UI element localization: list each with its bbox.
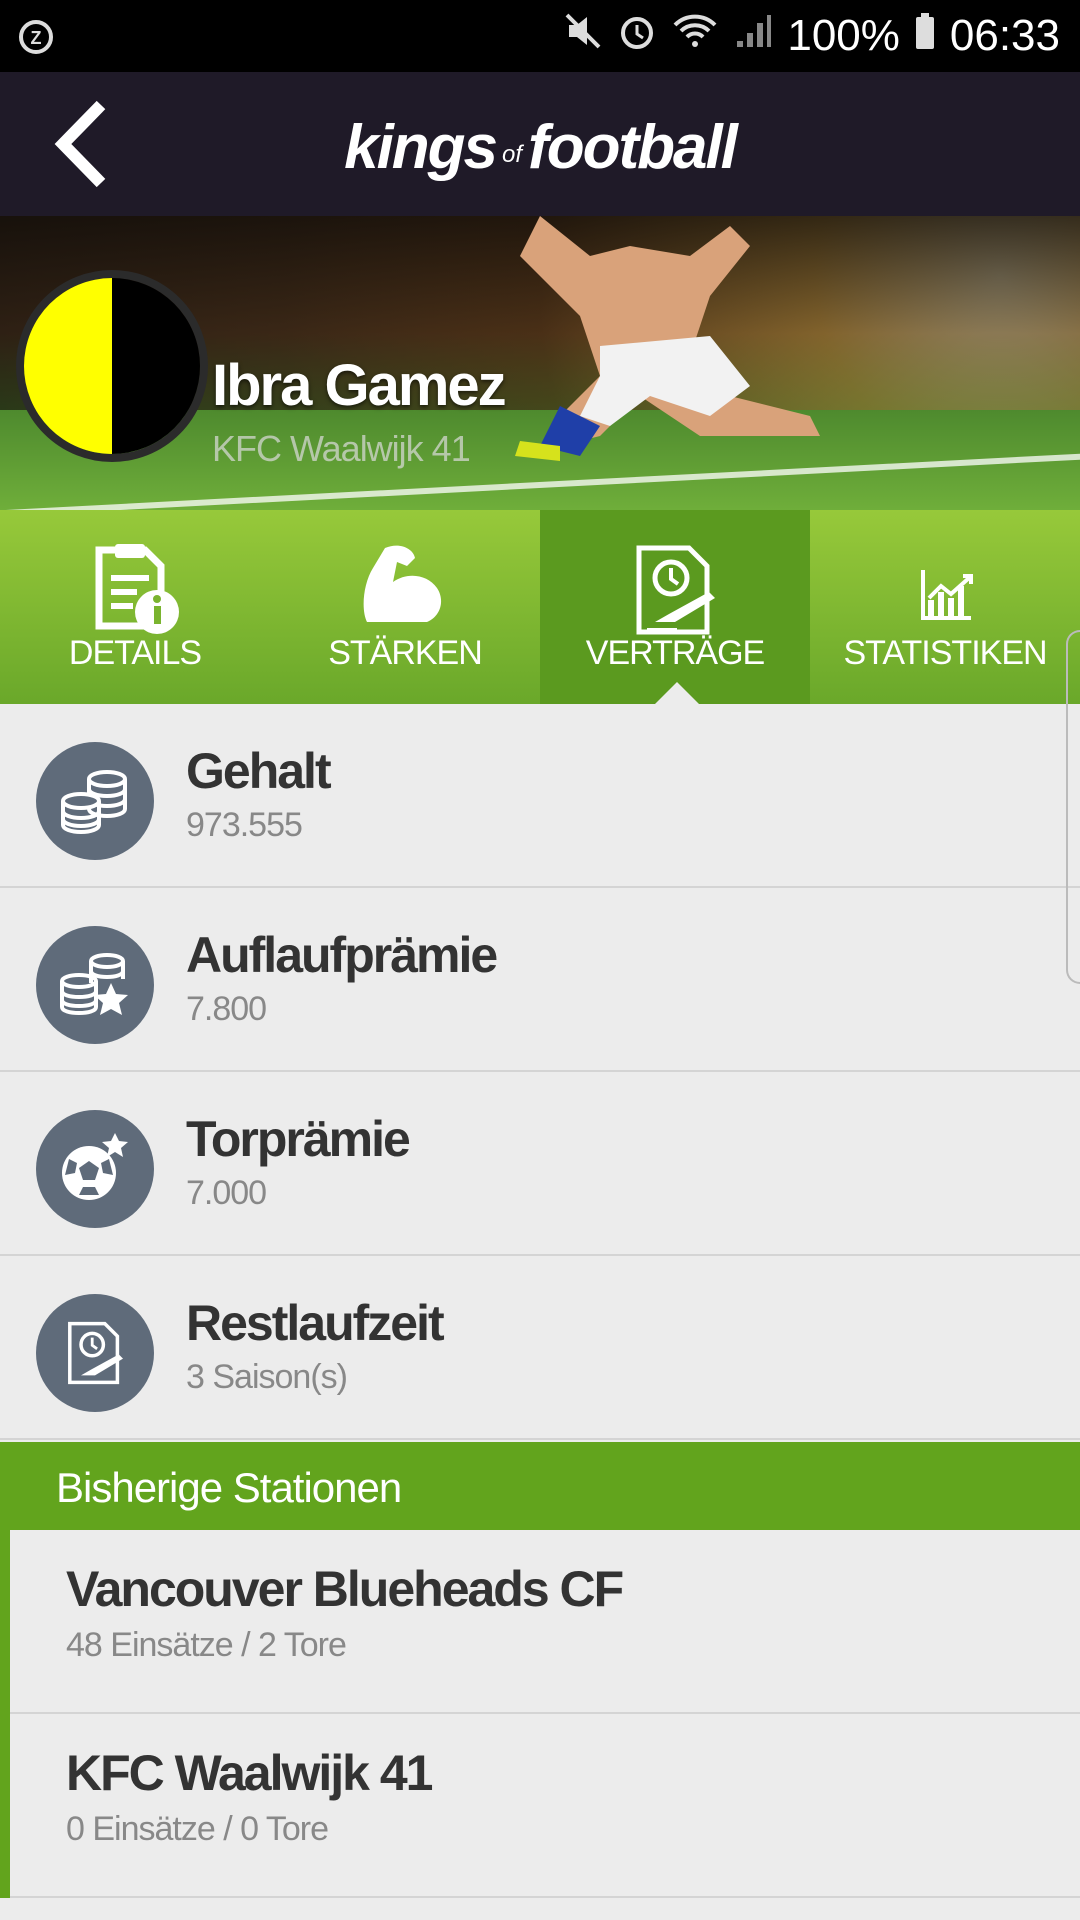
mute-icon — [563, 11, 603, 62]
list-item-station[interactable]: KFC Waalwijk 41 0 Einsätze / 0 Tore — [10, 1714, 1080, 1898]
battery-icon — [914, 11, 936, 62]
player-club: KFC Waalwijk 41 — [212, 428, 471, 469]
section-header-stations: Bisherige Stationen — [0, 1442, 1080, 1530]
profile-tabs: DETAILS STÄRKEN VERTRÄGE STATISTIKEN — [0, 510, 1080, 724]
coins-star-icon — [36, 926, 154, 1044]
player-name: Ibra Gamez — [212, 353, 507, 418]
signal-icon — [733, 11, 773, 62]
tab-staerken[interactable]: STÄRKEN — [270, 510, 540, 704]
ball-star-icon — [36, 1110, 154, 1228]
bar-chart-icon — [921, 570, 973, 620]
coins-icon — [36, 742, 154, 860]
station-club-name: KFC Waalwijk 41 — [66, 1745, 433, 1801]
status-bar: Z 100% 06:33 — [0, 0, 1080, 72]
contract-item-title: Restlaufzeit — [186, 1295, 445, 1351]
details-document-icon — [95, 544, 179, 634]
section-title: Bisherige Stationen — [56, 1464, 402, 1511]
active-tab-indicator — [655, 682, 699, 704]
app-logo: kings offootball — [0, 112, 1080, 183]
tab-label: STÄRKEN — [328, 634, 483, 672]
contract-item-value: 3 Saison(s) — [186, 1358, 348, 1396]
logo-word-kings: kings — [344, 113, 498, 182]
battery-level: 100% — [787, 11, 900, 60]
station-stats: 48 Einsätze / 2 Tore — [66, 1626, 347, 1664]
logo-word-of: of — [502, 141, 523, 168]
list-item-auflaufpraemie: Auflaufprämie 7.800 — [0, 888, 1080, 1072]
contract-list: Gehalt 973.555 Auflaufprämie 7.800 Torpr… — [0, 704, 1080, 1440]
list-item-restlaufzeit: Restlaufzeit 3 Saison(s) — [0, 1256, 1080, 1440]
contract-item-title: Auflaufprämie — [186, 927, 498, 983]
celebrating-player-image — [515, 216, 820, 461]
alarm-icon — [617, 11, 657, 62]
tab-label: VERTRÄGE — [585, 634, 765, 672]
station-stats: 0 Einsätze / 0 Tore — [66, 1810, 329, 1848]
station-club-name: Vancouver Blueheads CF — [66, 1561, 624, 1617]
scrollbar[interactable] — [1066, 630, 1080, 984]
wifi-icon — [671, 11, 719, 62]
tab-statistiken[interactable]: STATISTIKEN — [810, 510, 1080, 704]
club-logo — [16, 270, 208, 462]
contract-item-title: Gehalt — [186, 743, 332, 799]
tab-vertraege[interactable]: VERTRÄGE — [540, 510, 810, 724]
contract-icon — [636, 545, 715, 635]
clock: 06:33 — [949, 11, 1060, 60]
contract-item-value: 7.000 — [186, 1174, 267, 1212]
tab-label: STATISTIKEN — [843, 634, 1047, 672]
contract-clock-icon — [36, 1294, 154, 1412]
list-item-gehalt: Gehalt 973.555 — [0, 704, 1080, 888]
list-item-torpraemie: Torprämie 7.000 — [0, 1072, 1080, 1256]
tab-details[interactable]: DETAILS — [0, 510, 270, 704]
app-bar: kings offootball — [0, 72, 1080, 216]
stations-list: Vancouver Blueheads CF 48 Einsätze / 2 T… — [0, 1530, 1080, 1898]
tab-label: DETAILS — [68, 634, 202, 672]
contract-item-value: 7.800 — [186, 990, 267, 1028]
svg-text:Z: Z — [31, 28, 42, 48]
flexed-arm-icon — [363, 545, 442, 622]
list-item-station[interactable]: Vancouver Blueheads CF 48 Einsätze / 2 T… — [10, 1530, 1080, 1714]
contract-item-title: Torprämie — [186, 1111, 411, 1167]
alarm-app-icon: Z — [16, 16, 56, 56]
contract-item-value: 973.555 — [186, 806, 303, 844]
logo-word-football: football — [528, 113, 738, 182]
